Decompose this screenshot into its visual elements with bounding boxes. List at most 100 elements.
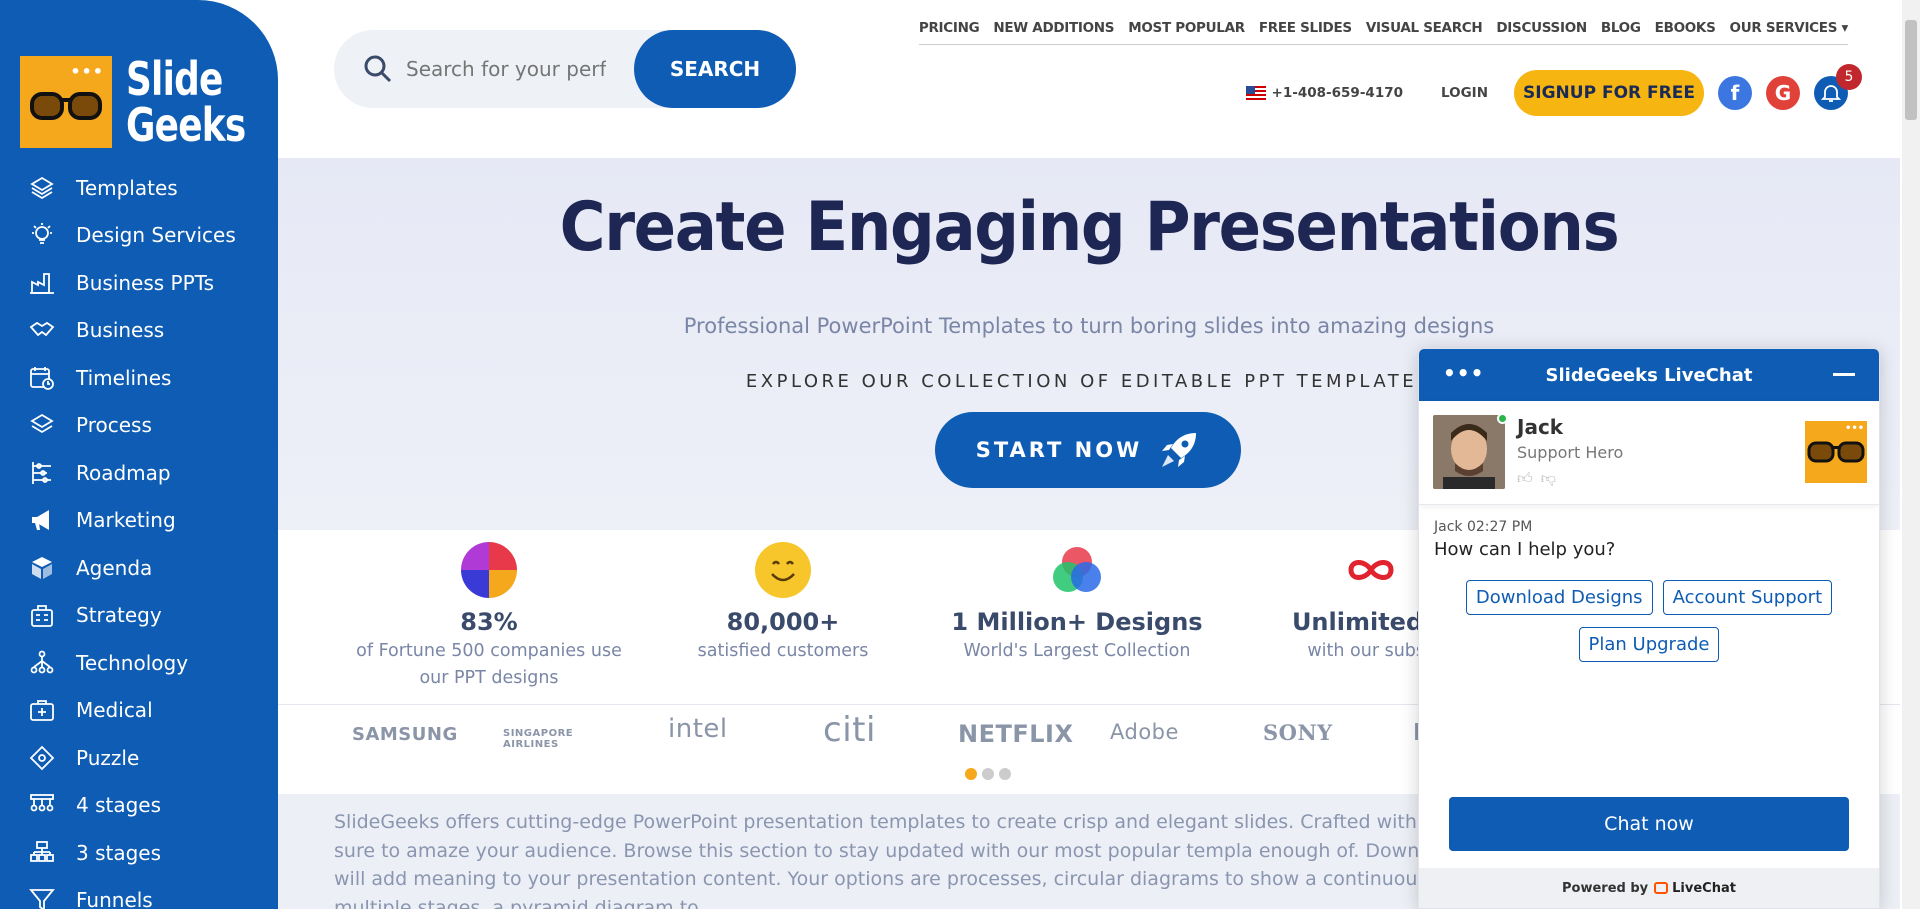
strategy-icon [28, 601, 56, 629]
search-button[interactable]: SEARCH [634, 30, 796, 108]
sidebar-item-templates[interactable]: Templates [0, 164, 278, 212]
citi-logo: citi [823, 710, 876, 750]
sidebar-item-label: Roadmap [76, 460, 171, 485]
carousel-dot[interactable] [982, 768, 994, 780]
agent-name: Jack [1517, 415, 1564, 439]
online-status-icon [1497, 413, 1508, 424]
sidebar-item-4-stages[interactable]: 4 stages [0, 782, 278, 830]
rating-buttons: 👍︎ 👎︎ [1517, 469, 1556, 488]
sidebar-item-label: Agenda [76, 555, 153, 580]
funnel-icon [28, 886, 56, 909]
sidebar-item-strategy[interactable]: Strategy [0, 592, 278, 640]
livechat-widget: ••• SlideGeeks LiveChat Jack Support Her… [1418, 348, 1880, 909]
sidebar-item-marketing[interactable]: Marketing [0, 497, 278, 545]
sidebar-item-label: Marketing [76, 508, 176, 533]
carousel-dots [965, 768, 1011, 780]
sidebar-item-business-ppts[interactable]: Business PPTs [0, 259, 278, 307]
sidebar-item-process[interactable]: Process [0, 402, 278, 450]
notification-count-badge: 5 [1836, 64, 1862, 90]
sidebar-item-label: Medical [76, 698, 153, 723]
layers-icon [28, 174, 56, 202]
quick-reply-account-support[interactable]: Account Support [1662, 580, 1833, 615]
start-now-button[interactable]: START NOW [935, 412, 1241, 488]
carousel-dot[interactable] [999, 768, 1011, 780]
sidebar-item-label: Funnels [76, 888, 153, 909]
chat-messages: Jack 02:27 PM How can I help you? Downlo… [1419, 505, 1879, 676]
brand-logo[interactable]: ••• Slide Geeks [20, 56, 278, 148]
handshake-icon [28, 316, 56, 344]
quick-reply-download-designs[interactable]: Download Designs [1465, 580, 1653, 615]
minimize-icon[interactable] [1833, 373, 1855, 376]
singapore-airlines-logo: SINGAPORE AIRLINES [503, 728, 574, 750]
agent-role: Support Hero [1517, 443, 1624, 462]
stages-icon [28, 839, 56, 867]
sidebar-item-funnels[interactable]: Funnels [0, 877, 278, 909]
sidebar-item-medical[interactable]: Medical [0, 687, 278, 735]
nav-link-most-popular[interactable]: MOST POPULAR [1128, 20, 1245, 36]
sidebar-item-technology[interactable]: Technology [0, 639, 278, 687]
sidebar-item-business[interactable]: Business [0, 307, 278, 355]
notification-bell-icon[interactable]: 5 [1814, 64, 1862, 110]
agent-avatar [1433, 415, 1505, 489]
scrollbar-thumb[interactable] [1905, 20, 1917, 120]
roadmap-icon [28, 459, 56, 487]
layers-icon [28, 411, 56, 439]
livechat-title: SlideGeeks LiveChat [1545, 364, 1753, 386]
stat-fortune500: 83% of Fortune 500 companies use our PPT… [344, 542, 634, 692]
search-bar: SEARCH [334, 30, 796, 108]
sidebar-item-label: Business PPTs [76, 270, 214, 295]
nav-link-new-additions[interactable]: NEW ADDITIONS [993, 20, 1114, 36]
rocket-icon [1162, 433, 1197, 467]
stat-customers: 80,000+ satisfied customers [638, 542, 928, 665]
infinity-icon [1343, 542, 1399, 598]
nav-link-ebooks[interactable]: EBOOKS [1655, 20, 1716, 36]
nav-link-pricing[interactable]: PRICING [919, 20, 980, 36]
nav-link-discussion[interactable]: DISCUSSION [1496, 20, 1587, 36]
sidebar-item-3-stages[interactable]: 3 stages [0, 829, 278, 877]
thumbs-up-icon[interactable]: 👍︎ [1517, 469, 1533, 488]
sidebar-item-timelines[interactable]: Timelines [0, 354, 278, 402]
search-input[interactable] [406, 57, 606, 81]
stages-icon [28, 791, 56, 819]
nav-link-blog[interactable]: BLOG [1601, 20, 1641, 36]
logo-glasses-icon: ••• [20, 56, 112, 148]
sidebar-item-label: Puzzle [76, 745, 140, 770]
sidebar-item-roadmap[interactable]: Roadmap [0, 449, 278, 497]
carousel-dot[interactable] [965, 768, 977, 780]
hero-subtitle: Professional PowerPoint Templates to tur… [683, 314, 1495, 338]
nav-link-our-services[interactable]: OUR SERVICES ▾ [1730, 20, 1849, 36]
more-options-icon[interactable]: ••• [1443, 361, 1484, 385]
puzzle-icon [28, 744, 56, 772]
company-logo-icon: ••• [1805, 421, 1867, 483]
sidebar-item-puzzle[interactable]: Puzzle [0, 734, 278, 782]
powered-by-footer: Powered by LiveChat [1419, 868, 1879, 908]
agent-card: Jack Support Hero 👍︎ 👎︎ ••• [1419, 401, 1879, 505]
livechat-header: ••• SlideGeeks LiveChat [1419, 349, 1879, 401]
sidebar-item-label: 4 stages [76, 793, 162, 818]
smiley-icon [755, 542, 811, 598]
color-circles-icon [1049, 542, 1105, 598]
hero-title: Create Engaging Presentations [559, 188, 1620, 267]
nav-link-visual-search[interactable]: VISUAL SEARCH [1366, 20, 1483, 36]
livechat-logo-icon [1654, 882, 1669, 894]
medical-kit-icon [28, 696, 56, 724]
sidebar-item-label: Strategy [76, 603, 162, 628]
cube-icon [28, 554, 56, 582]
nav-link-free-slides[interactable]: FREE SLIDES [1259, 20, 1352, 36]
netflix-logo: NETFLIX [958, 720, 1074, 748]
sidebar-item-label: Design Services [76, 223, 236, 248]
sidebar-item-agenda[interactable]: Agenda [0, 544, 278, 592]
calendar-clock-icon [28, 364, 56, 392]
sidebar: ••• Slide Geeks Templates Design Service… [0, 0, 278, 909]
sidebar-item-design-services[interactable]: Design Services [0, 212, 278, 260]
phone-link[interactable]: +1-408-659-4170 [1245, 85, 1403, 101]
thumbs-down-icon[interactable]: 👎︎ [1541, 469, 1556, 488]
facebook-icon[interactable]: f [1718, 76, 1752, 110]
livechat-brand-link[interactable]: LiveChat [1654, 881, 1736, 896]
chat-now-button[interactable]: Chat now [1449, 797, 1849, 851]
google-icon[interactable]: G [1766, 76, 1800, 110]
signup-button[interactable]: SIGNUP FOR FREE [1514, 70, 1704, 116]
login-link[interactable]: LOGIN [1441, 85, 1488, 101]
page-scrollbar[interactable] [1902, 0, 1920, 909]
quick-reply-plan-upgrade[interactable]: Plan Upgrade [1578, 627, 1720, 662]
